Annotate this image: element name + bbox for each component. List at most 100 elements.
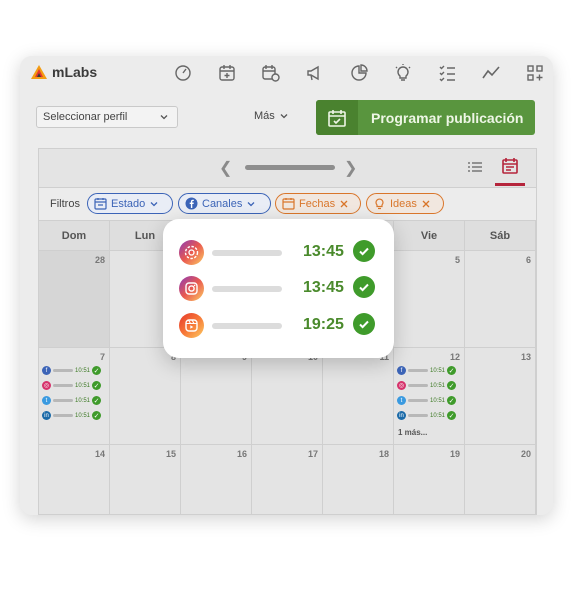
dashboard-icon[interactable] — [174, 64, 192, 82]
mlabs-logo[interactable]: mLabs — [30, 64, 97, 80]
facebook-icon — [185, 197, 198, 210]
post-title-placeholder — [408, 369, 428, 372]
calendar-day-cell[interactable]: 19 — [394, 445, 465, 515]
mini-post[interactable]: t 10:51 ✓ — [42, 396, 102, 405]
period-label-placeholder — [245, 165, 335, 170]
mini-post[interactable]: f 10:51 ✓ — [397, 366, 457, 375]
trend-line-icon[interactable] — [482, 64, 500, 82]
facebook-icon: f — [397, 366, 406, 375]
post-title-placeholder — [408, 399, 428, 402]
day-number: 12 — [449, 352, 460, 362]
more-dropdown[interactable]: Más — [254, 110, 289, 122]
prev-arrow-icon[interactable]: ❮ — [219, 158, 232, 178]
close-icon[interactable] — [421, 199, 431, 209]
calendar-day-cell[interactable]: 8 — [110, 348, 181, 445]
filter-ideas-chip[interactable]: Ideas — [366, 193, 444, 214]
popup-post-row[interactable]: 13:45 — [179, 274, 379, 302]
mini-post[interactable]: ◎ 10:51 ✓ — [397, 381, 457, 390]
calendar-day-cell[interactable]: 16 — [181, 445, 252, 515]
post-title-placeholder — [212, 286, 282, 292]
mini-post-time: 10:51 — [430, 412, 446, 419]
post-title-placeholder — [53, 399, 73, 402]
post-title-placeholder — [53, 414, 73, 417]
calendar-day-cell[interactable]: 6 — [465, 251, 536, 348]
post-title-placeholder — [408, 384, 428, 387]
linkedin-icon: in — [397, 411, 406, 420]
filter-status-chip[interactable]: Estado — [87, 193, 173, 214]
check-icon — [353, 313, 375, 335]
schedule-post-label: Programar publicación — [371, 109, 524, 126]
filter-dates-chip[interactable]: Fechas — [275, 193, 361, 214]
calendar-day-cell[interactable]: 9 — [181, 348, 252, 445]
calendar-add-icon[interactable] — [218, 64, 236, 82]
calendar-clock-icon[interactable] — [262, 64, 280, 82]
calendar-day-cell[interactable]: 10 — [252, 348, 323, 445]
list-view-icon[interactable] — [467, 159, 483, 180]
day-number: 17 — [307, 449, 318, 459]
mini-post-time: 10:51 — [75, 397, 91, 404]
filter-ideas-label: Ideas — [390, 197, 417, 210]
top-navigation: mLabs — [20, 56, 553, 90]
mini-post[interactable]: in 10:51 ✓ — [397, 411, 457, 420]
check-icon: ✓ — [447, 396, 457, 405]
next-arrow-icon[interactable]: ❯ — [344, 158, 357, 178]
calendar-day-cell[interactable]: 11 — [323, 348, 394, 445]
schedule-post-button[interactable]: Programar publicación — [316, 100, 535, 135]
profile-select[interactable]: Seleccionar perfil — [36, 106, 178, 128]
calendar-day-cell[interactable]: 18 — [323, 445, 394, 515]
mini-post-time: 10:51 — [430, 367, 446, 374]
check-icon: ✓ — [92, 381, 102, 390]
weekday-fri: Vie — [394, 221, 465, 251]
post-title-placeholder — [212, 250, 282, 256]
calendar-view-icon[interactable] — [495, 149, 525, 186]
mini-post[interactable]: t 10:51 ✓ — [397, 396, 457, 405]
apps-icon[interactable] — [526, 64, 544, 82]
popup-post-row[interactable]: 19:25 — [179, 311, 379, 339]
calendar-day-cell[interactable]: 5 — [394, 251, 465, 348]
close-icon[interactable] — [339, 199, 349, 209]
calendar-day-cell[interactable]: 17 — [252, 445, 323, 515]
mini-post[interactable]: ◎ 10:51 ✓ — [42, 381, 102, 390]
filter-channels-chip[interactable]: Canales — [178, 193, 271, 214]
check-icon: ✓ — [92, 411, 102, 420]
mini-post[interactable]: f 10:51 ✓ — [42, 366, 102, 375]
lightbulb-icon — [375, 198, 384, 210]
day-number: 18 — [378, 449, 389, 459]
instagram-story-icon — [179, 240, 204, 265]
calendar-day-cell[interactable]: 12 f 10:51 ✓ ◎ 10:51 ✓ t 10:51 ✓ in 10:51 ✓ 1 más... — [394, 348, 465, 445]
check-icon — [353, 240, 375, 262]
mini-post-time: 10:51 — [430, 397, 446, 404]
twitter-icon: t — [397, 396, 406, 405]
instagram-icon: ◎ — [42, 381, 51, 390]
day-number: 28 — [94, 255, 105, 265]
check-icon: ✓ — [92, 396, 102, 405]
checklist-icon[interactable] — [438, 64, 456, 82]
post-title-placeholder — [212, 323, 282, 329]
facebook-icon: f — [42, 366, 51, 375]
mini-post[interactable]: in 10:51 ✓ — [42, 411, 102, 420]
calendar-day-cell[interactable]: 7 f 10:51 ✓ ◎ 10:51 ✓ t 10:51 ✓ in 10:51 ✓ — [39, 348, 110, 445]
check-icon — [353, 276, 375, 298]
calendar-day-cell[interactable]: 28 — [39, 251, 110, 348]
day-number: 6 — [525, 255, 531, 265]
day-number: 5 — [454, 255, 460, 265]
chevron-down-icon — [247, 201, 255, 206]
day-number: 7 — [99, 352, 105, 362]
instagram-reels-icon — [179, 313, 204, 338]
more-posts-link[interactable]: 1 más... — [398, 428, 427, 437]
instagram-icon: ◎ — [397, 381, 406, 390]
chevron-down-icon — [160, 115, 168, 120]
post-time: 13:45 — [303, 243, 344, 260]
day-number: 14 — [94, 449, 105, 459]
popup-post-row[interactable]: 13:45 — [179, 238, 379, 266]
calendar-day-cell[interactable]: 20 — [465, 445, 536, 515]
calendar-day-cell[interactable]: 14 — [39, 445, 110, 515]
twitter-icon: t — [42, 396, 51, 405]
pie-chart-icon[interactable] — [350, 64, 368, 82]
chevron-down-icon — [280, 114, 288, 119]
calendar-day-cell[interactable]: 13 — [465, 348, 536, 445]
check-icon: ✓ — [447, 411, 457, 420]
megaphone-icon[interactable] — [306, 64, 324, 82]
lightbulb-icon[interactable] — [394, 64, 412, 82]
calendar-day-cell[interactable]: 15 — [110, 445, 181, 515]
